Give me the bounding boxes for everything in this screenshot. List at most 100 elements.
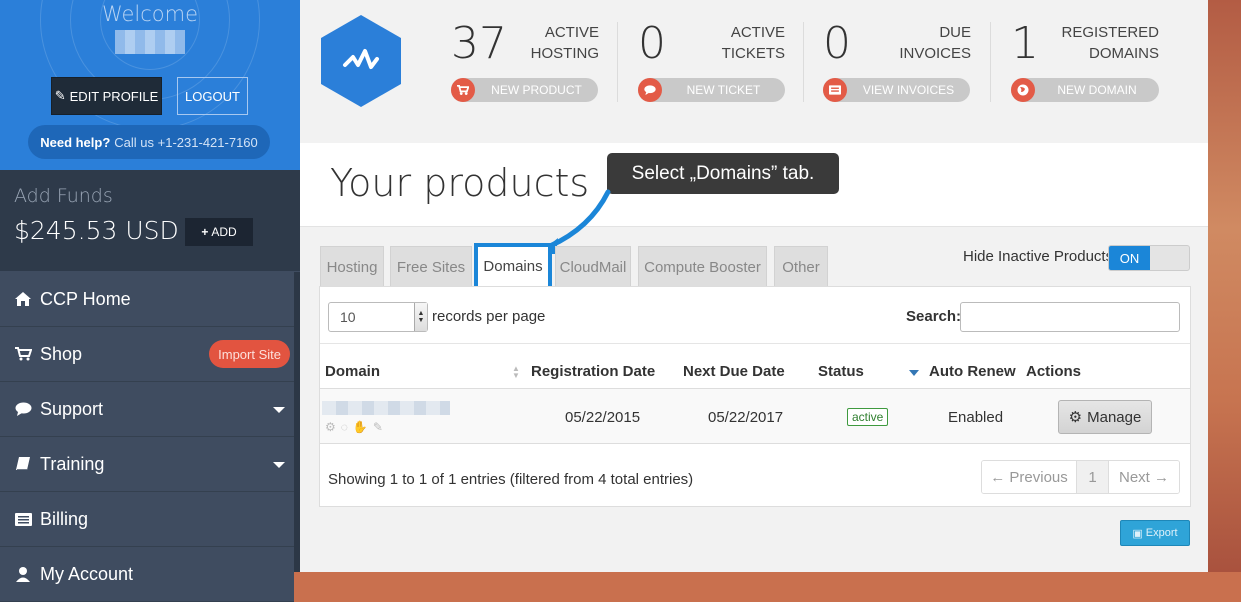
stat-label: ACTIVE TICKETS	[721, 24, 785, 62]
add-funds-button[interactable]: + ADD	[185, 218, 253, 246]
cart-icon	[14, 347, 32, 361]
comment-icon[interactable]: ◌	[341, 420, 348, 434]
comment-icon	[14, 402, 32, 416]
table-header: Domain ▲ ▼ Registration Date Next Due Dat…	[320, 343, 1190, 389]
edit-profile-button[interactable]: ✎ EDIT PROFILE	[51, 77, 162, 115]
new-domain-button[interactable]: NEW DOMAIN	[1011, 78, 1159, 102]
gear-icon[interactable]: ⚙	[325, 420, 336, 434]
edit-profile-label: EDIT PROFILE	[69, 88, 159, 104]
help-pill[interactable]: Need help? Call us +1-231-421-7160	[28, 125, 270, 159]
search-label: Search:	[906, 308, 962, 325]
globe-icon	[1011, 78, 1035, 102]
new-ticket-button[interactable]: NEW TICKET	[638, 78, 785, 102]
blurred-username	[115, 30, 185, 54]
hand-icon[interactable]: ✋	[353, 420, 368, 434]
divider	[990, 22, 991, 102]
tutorial-tooltip: Select „Domains” tab.	[607, 153, 839, 194]
sidebar-item-support[interactable]: Support	[0, 382, 294, 437]
user-icon	[14, 566, 32, 582]
pencil-icon[interactable]: ✎	[373, 420, 383, 434]
sidebar-nav: CCP Home Shop Import Site Support Traini…	[0, 272, 294, 602]
stat-value: 0	[638, 18, 666, 69]
view-invoices-button[interactable]: VIEW INVOICES	[823, 78, 970, 102]
stat-active-tickets: 0 ACTIVE TICKETS NEW TICKET	[638, 18, 785, 108]
records-per-page-select[interactable]: 10 ▲ ▼	[328, 302, 428, 332]
list-icon	[14, 512, 32, 526]
records-value: 10	[340, 309, 356, 325]
add-label: ADD	[211, 225, 237, 239]
help-phone: Call us +1-231-421-7160	[114, 134, 258, 150]
tab-other[interactable]: Other	[774, 246, 828, 288]
list-icon	[823, 78, 847, 102]
stats-bar: 37 ACTIVE HOSTING NEW PRODUCT 0 ACTIVE TIC…	[300, 0, 1208, 143]
help-bold: Need help?	[40, 134, 111, 150]
tab-cloudmail[interactable]: CloudMail	[555, 246, 631, 288]
header-domain[interactable]: Domain	[325, 363, 380, 380]
home-icon	[14, 292, 32, 306]
header-registration-date[interactable]: Registration Date	[531, 363, 655, 380]
pill-label: VIEW INVOICES	[862, 83, 955, 97]
pill-label: NEW PRODUCT	[491, 83, 582, 97]
export-button[interactable]: ▣ Export	[1120, 520, 1190, 546]
select-arrow-icon: ▲ ▼	[414, 303, 427, 331]
pill-label: NEW TICKET	[686, 83, 761, 97]
stat-due-invoices: 0 DUE INVOICES VIEW INVOICES	[823, 18, 971, 108]
cart-icon	[451, 78, 475, 102]
cell-next-due-date: 05/22/2017	[708, 409, 784, 426]
stat-active-hosting: 37 ACTIVE HOSTING NEW PRODUCT	[451, 18, 599, 108]
sort-desc-icon	[909, 370, 919, 376]
tab-free-sites[interactable]: Free Sites	[390, 246, 472, 288]
records-per-page-label: records per page	[432, 308, 546, 325]
blurred-domain-name[interactable]	[322, 401, 450, 415]
cell-auto-renew: Enabled	[948, 409, 1004, 426]
entries-summary: Showing 1 to 1 of 1 entries (filtered fr…	[328, 471, 694, 488]
book-icon	[14, 456, 32, 472]
manage-button[interactable]: ⚙ Manage	[1058, 400, 1152, 434]
hide-inactive-toggle[interactable]: ON	[1108, 245, 1190, 271]
header-next-due-date[interactable]: Next Due Date	[683, 363, 785, 380]
new-product-button[interactable]: NEW PRODUCT	[451, 78, 598, 102]
page-number[interactable]: 1	[1076, 461, 1109, 493]
plus-icon: +	[201, 225, 209, 239]
status-badge: active	[847, 408, 889, 426]
edit-icon: ✎	[54, 88, 66, 103]
sidebar-item-label: CCP Home	[40, 288, 131, 309]
funds-amount: $245.53 USD	[14, 216, 179, 245]
tab-compute-booster[interactable]: Compute Booster	[638, 246, 767, 288]
stat-registered-domains: 1 REGISTERED DOMAINS NEW DOMAIN	[1011, 18, 1159, 108]
previous-page-button[interactable]: ← Previous	[982, 461, 1076, 493]
tab-hosting[interactable]: Hosting	[320, 246, 384, 288]
header-auto-renew[interactable]: Auto Renew	[929, 363, 1016, 380]
divider	[617, 22, 618, 102]
header-status[interactable]: Status	[818, 363, 864, 380]
sidebar-item-label: Billing	[40, 508, 89, 529]
stat-label: DUE INVOICES	[899, 24, 971, 62]
logout-button[interactable]: LOGOUT	[177, 77, 248, 115]
sidebar-item-billing[interactable]: Billing	[0, 492, 294, 547]
stat-label: REGISTERED DOMAINS	[1061, 24, 1159, 62]
next-page-button[interactable]: Next →	[1109, 461, 1179, 493]
sidebar-item-ccp-home[interactable]: CCP Home	[0, 272, 294, 327]
pagination: ← Previous 1 Next →	[981, 460, 1180, 494]
sidebar-item-label: My Account	[40, 563, 134, 584]
import-site-badge[interactable]: Import Site	[209, 340, 290, 368]
comment-icon	[638, 78, 662, 102]
sidebar-item-my-account[interactable]: My Account	[0, 547, 294, 602]
manage-label: Manage	[1087, 408, 1142, 426]
brand-logo-icon	[321, 15, 401, 107]
tab-domains[interactable]: Domains	[474, 243, 552, 290]
page-header: Your products Select „Domains” tab.	[300, 143, 1208, 227]
welcome-text: Welcome	[101, 2, 199, 26]
header-actions: Actions	[1026, 363, 1082, 380]
chevron-down-icon	[273, 462, 285, 468]
hide-inactive-label: Hide Inactive Products	[963, 248, 1114, 265]
gears-icon: ⚙	[1068, 409, 1083, 426]
sidebar-item-shop[interactable]: Shop Import Site	[0, 327, 294, 382]
cell-registration-date: 05/22/2015	[565, 409, 641, 426]
background-edge	[1208, 0, 1241, 572]
sidebar-item-training[interactable]: Training	[0, 437, 294, 492]
stat-value: 37	[451, 18, 507, 69]
table-row: ⚙ ◌ ✋ ✎ 05/22/2015 05/22/2017 active Ena…	[320, 389, 1190, 444]
search-input[interactable]	[960, 302, 1180, 332]
row-action-icons: ⚙ ◌ ✋ ✎	[325, 420, 383, 434]
